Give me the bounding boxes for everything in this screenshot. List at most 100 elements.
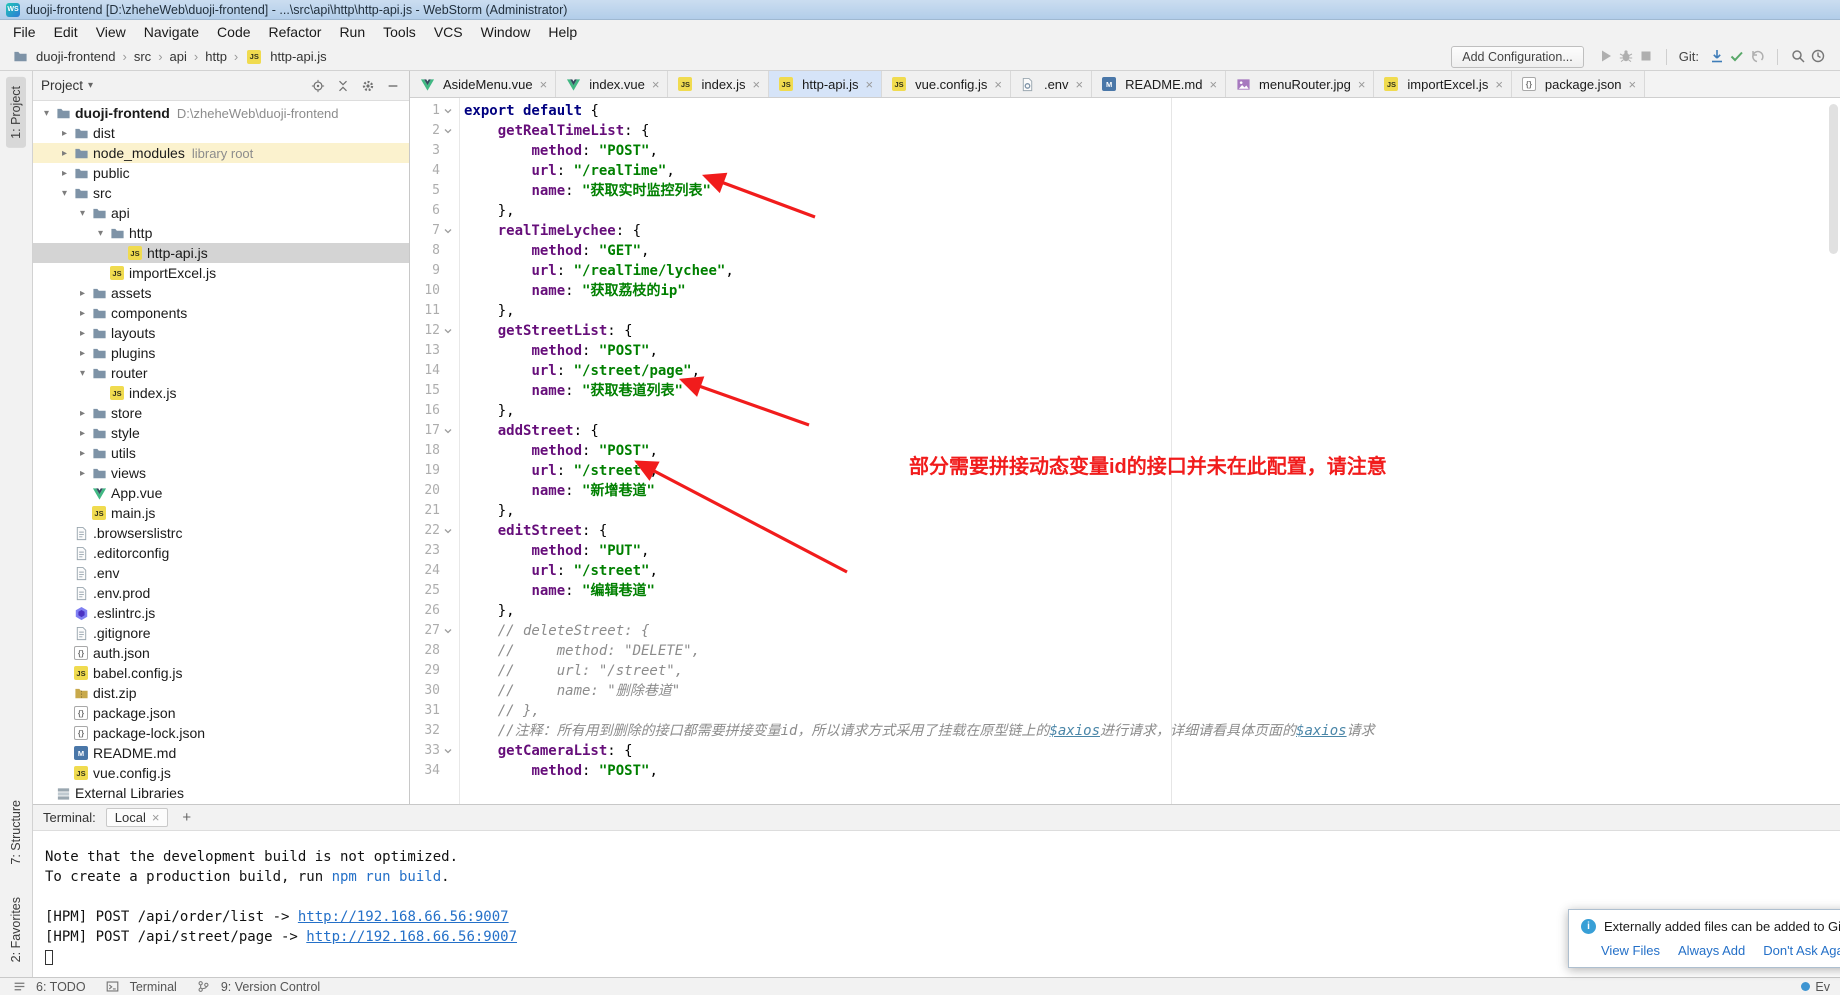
tree-item-browserslistrc[interactable]: .browserslistrc [33,523,409,543]
chevron-right-icon[interactable]: ▸ [57,128,72,139]
menu-vcs[interactable]: VCS [425,22,472,42]
notification-action-don-t-ask-agai[interactable]: Don't Ask Agai [1763,943,1840,958]
status-event-log[interactable]: Ev [1801,980,1830,994]
tree-item-package-lock-json[interactable]: {}package-lock.json [33,723,409,743]
editor-tab-menurouter-jpg[interactable]: menuRouter.jpg× [1226,71,1374,97]
close-icon[interactable]: × [753,77,761,92]
terminal-tab-local[interactable]: Local × [106,808,169,827]
run-button[interactable] [1596,46,1616,66]
notification-action-view-files[interactable]: View Files [1601,943,1660,958]
breadcrumb-item-duoji-frontend[interactable]: duoji-frontend [8,48,119,66]
chevron-down-icon[interactable]: ▾ [88,80,93,91]
tree-item-layouts[interactable]: ▸layouts [33,323,409,343]
new-terminal-button[interactable]: + [178,809,195,826]
close-icon[interactable]: × [994,77,1002,92]
menu-window[interactable]: Window [472,22,540,42]
breadcrumb-item-http-api-js[interactable]: JShttp-api.js [242,48,329,66]
add-configuration-button[interactable]: Add Configuration... [1451,46,1584,68]
tree-item-babel-config-js[interactable]: JSbabel.config.js [33,663,409,683]
tree-item-views[interactable]: ▸views [33,463,409,483]
tool-tab-2-favorites[interactable]: 2: Favorites [6,888,26,971]
editor-tab-index-js[interactable]: JSindex.js× [668,71,769,97]
editor-tab-readme-md[interactable]: MREADME.md× [1092,71,1226,97]
chevron-right-icon[interactable]: ▸ [75,448,90,459]
tree-item-src[interactable]: ▾src [33,183,409,203]
chevron-down-icon[interactable]: ▾ [75,208,90,219]
chevron-right-icon[interactable]: ▸ [75,468,90,479]
notification-action-always-add[interactable]: Always Add [1678,943,1745,958]
git-update-button[interactable] [1707,46,1727,66]
tree-item-gitignore[interactable]: .gitignore [33,623,409,643]
editor-tab-http-api-js[interactable]: JShttp-api.js× [769,71,882,97]
editor-tab-asidemenu-vue[interactable]: AsideMenu.vue× [410,71,556,97]
chevron-right-icon[interactable]: ▸ [75,348,90,359]
editor-scrollbar[interactable] [1829,104,1838,254]
breadcrumb-item-http[interactable]: http [202,48,230,65]
chevron-right-icon[interactable]: ▸ [57,148,72,159]
tree-item-dist[interactable]: ▸dist [33,123,409,143]
status-6-todo[interactable]: 6: TODO [10,979,86,995]
breadcrumb-item-src[interactable]: src [131,48,154,65]
close-icon[interactable]: × [652,77,660,92]
tree-item-eslintrc-js[interactable]: .eslintrc.js [33,603,409,623]
tree-item-api[interactable]: ▾api [33,203,409,223]
tree-item-assets[interactable]: ▸assets [33,283,409,303]
locate-icon[interactable] [310,78,326,94]
hide-icon[interactable] [385,78,401,94]
search-button[interactable] [1788,46,1808,66]
history-button[interactable] [1808,46,1828,66]
tree-item-importexcel-js[interactable]: JSimportExcel.js [33,263,409,283]
settings-icon[interactable] [360,78,376,94]
status-terminal[interactable]: Terminal [104,979,177,995]
chevron-down-icon[interactable]: ▾ [75,368,90,379]
chevron-right-icon[interactable]: ▸ [75,408,90,419]
close-icon[interactable]: × [1358,77,1366,92]
menu-code[interactable]: Code [208,22,259,42]
tree-item-style[interactable]: ▸style [33,423,409,443]
tree-item-plugins[interactable]: ▸plugins [33,343,409,363]
tree-item-public[interactable]: ▸public [33,163,409,183]
close-icon[interactable]: × [540,77,548,92]
terminal-link[interactable]: http://192.168.66.56:9007 [298,909,509,925]
chevron-right-icon[interactable]: ▸ [75,328,90,339]
tool-tab-7-structure[interactable]: 7: Structure [6,791,26,874]
menu-refactor[interactable]: Refactor [260,22,331,42]
tree-item-node-modules[interactable]: ▸node_moduleslibrary root [33,143,409,163]
menu-tools[interactable]: Tools [374,22,425,42]
menu-help[interactable]: Help [539,22,586,42]
tree-item-package-json[interactable]: {}package.json [33,703,409,723]
menu-navigate[interactable]: Navigate [135,22,208,42]
tree-item-env[interactable]: .env [33,563,409,583]
tree-item-router[interactable]: ▾router [33,363,409,383]
chevron-right-icon[interactable]: ▸ [57,168,72,179]
close-icon[interactable]: × [152,810,160,825]
tree-item-duoji-frontend[interactable]: ▾duoji-frontendD:\zheheWeb\duoji-fronten… [33,103,409,123]
menu-file[interactable]: File [4,22,45,42]
editor-tab-package-json[interactable]: {}package.json× [1512,71,1645,97]
close-icon[interactable]: × [1209,77,1217,92]
chevron-down-icon[interactable]: ▾ [39,108,54,119]
menu-edit[interactable]: Edit [45,22,87,42]
tree-item-editorconfig[interactable]: .editorconfig [33,543,409,563]
tree-item-http-api-js[interactable]: JShttp-api.js [33,243,409,263]
tree-item-main-js[interactable]: JSmain.js [33,503,409,523]
breadcrumb-item-api[interactable]: api [167,48,190,65]
editor-tab-index-vue[interactable]: index.vue× [556,71,668,97]
debug-button[interactable] [1616,46,1636,66]
editor-tab-env[interactable]: .env× [1011,71,1092,97]
editor-tab-importexcel-js[interactable]: JSimportExcel.js× [1374,71,1512,97]
tree-item-components[interactable]: ▸components [33,303,409,323]
tree-item-vue-config-js[interactable]: JSvue.config.js [33,763,409,783]
project-panel-title[interactable]: Project [41,78,83,93]
tree-item-store[interactable]: ▸store [33,403,409,423]
status-9-version-control[interactable]: 9: Version Control [195,979,320,995]
tree-item-index-js[interactable]: JSindex.js [33,383,409,403]
close-icon[interactable]: × [1076,77,1084,92]
tree-item-app-vue[interactable]: App.vue [33,483,409,503]
git-commit-button[interactable] [1727,46,1747,66]
chevron-down-icon[interactable]: ▾ [93,228,108,239]
chevron-right-icon[interactable]: ▸ [75,428,90,439]
git-revert-button[interactable] [1747,46,1767,66]
close-icon[interactable]: × [1495,77,1503,92]
chevron-down-icon[interactable]: ▾ [57,188,72,199]
